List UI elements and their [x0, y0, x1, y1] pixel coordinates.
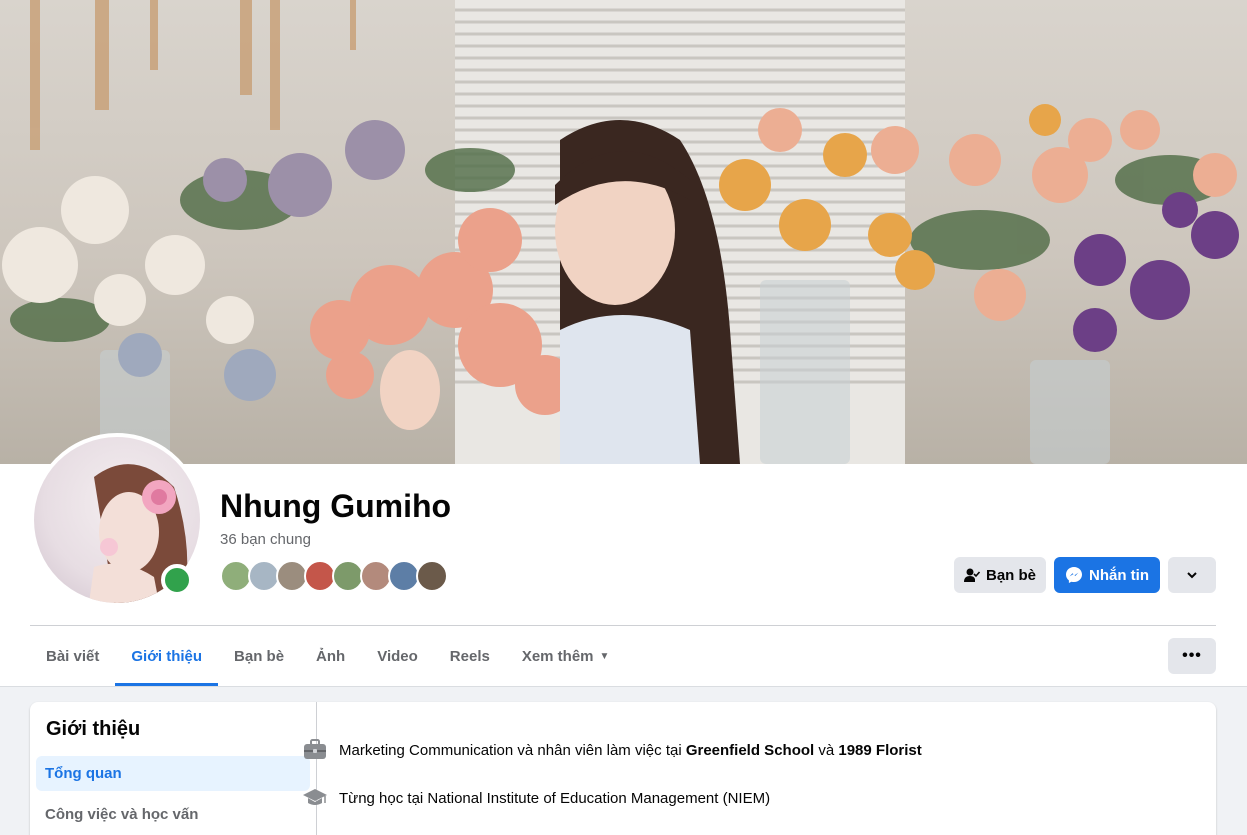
work-place-link[interactable]: Greenfield School [686, 742, 814, 759]
tab-videos[interactable]: Video [361, 626, 434, 686]
more-actions-button[interactable] [1168, 557, 1216, 593]
tab-reels[interactable]: Reels [434, 626, 506, 686]
mutual-friends-count[interactable]: 36 bạn chung [220, 531, 311, 548]
graduation-cap-icon [302, 785, 328, 811]
tab-see-more-label: Xem thêm [521, 647, 594, 665]
work-joiner: và [814, 741, 839, 759]
tab-photos-label: Ảnh [316, 647, 346, 665]
header-bottom-border [0, 686, 1247, 687]
tab-see-more[interactable]: Xem thêm ▼ [506, 626, 626, 686]
about-title: Giới thiệu [46, 718, 141, 740]
tab-posts-label: Bài viết [46, 647, 100, 665]
message-button[interactable]: Nhắn tin [1054, 557, 1160, 593]
about-card: Giới thiệu Tổng quan Công việc và học vấ… [30, 702, 1216, 835]
work-prefix: Marketing Communication và nhân viên làm… [339, 741, 686, 759]
tab-videos-label: Video [377, 647, 418, 665]
tab-posts[interactable]: Bài viết [30, 626, 115, 686]
friends-button-label: Bạn bè [985, 566, 1036, 584]
work-info-row: Marketing Communication và nhân viên làm… [302, 737, 922, 763]
education-text: Từng học tại National Institute of Educa… [339, 789, 771, 807]
friends-button[interactable]: Bạn bè [954, 557, 1046, 593]
work-place-link-2[interactable]: 1989 Florist [838, 742, 921, 759]
caret-down-icon: ▼ [599, 650, 610, 662]
about-sidebar: Giới thiệu Tổng quan Công việc và học vấ… [30, 702, 317, 835]
online-status-indicator [161, 564, 193, 596]
cover-photo-illustration [2, 0, 1239, 464]
cover-photo[interactable] [0, 0, 1247, 464]
tab-reels-label: Reels [449, 647, 490, 665]
about-nav-overview[interactable]: Tổng quan [36, 756, 310, 791]
tab-photos[interactable]: Ảnh [300, 626, 361, 686]
mutual-friends-avatars [220, 560, 448, 594]
chevron-down-icon [1187, 572, 1197, 579]
tab-about-label: Giới thiệu [131, 647, 203, 665]
mutual-friend-avatar[interactable] [416, 560, 448, 592]
tabs-more-button[interactable]: ••• [1168, 638, 1216, 674]
tab-friends[interactable]: Bạn bè [218, 626, 300, 686]
about-nav-work-education[interactable]: Công việc và học vấn [45, 806, 198, 823]
friend-check-icon [963, 568, 980, 582]
about-nav-work-education-label: Công việc và học vấn [45, 806, 199, 823]
briefcase-icon [302, 737, 328, 763]
tab-about[interactable]: Giới thiệu [115, 626, 218, 686]
messenger-icon [1066, 567, 1082, 583]
profile-name: Nhung Gumiho [220, 488, 452, 524]
profile-tabs: Bài viết Giới thiệu Bạn bè Ảnh Video Ree… [30, 626, 625, 686]
message-button-label: Nhắn tin [1089, 566, 1149, 584]
tab-friends-label: Bạn bè [234, 647, 285, 665]
education-info-row: Từng học tại National Institute of Educa… [302, 785, 770, 811]
about-nav-overview-label: Tổng quan [45, 765, 122, 782]
work-text: Marketing Communication và nhân viên làm… [339, 742, 922, 759]
more-dots-icon: ••• [1182, 647, 1202, 664]
